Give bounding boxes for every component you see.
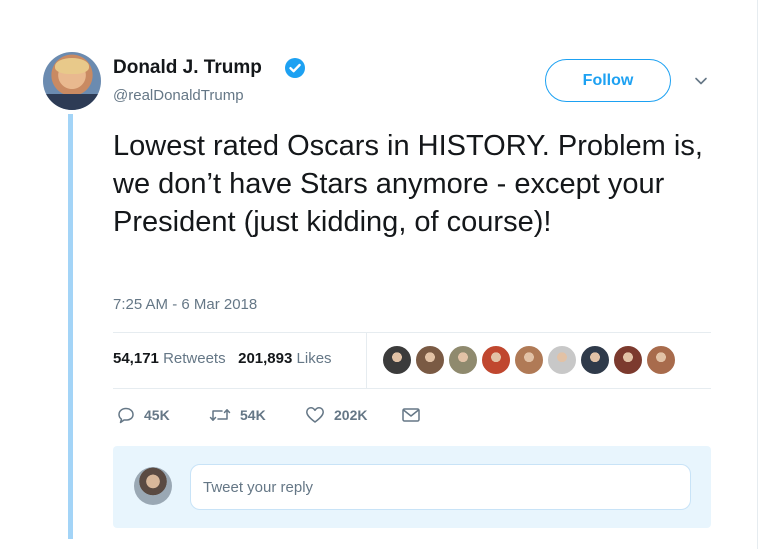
stats-top-divider [113, 332, 711, 333]
tweet-stats: 54,171 Retweets 201,893 Likes [113, 350, 332, 367]
reply-user-avatar [134, 467, 172, 505]
author-avatar[interactable] [43, 52, 101, 110]
liker-avatar[interactable] [547, 345, 577, 375]
likes-label: Likes [296, 350, 332, 367]
reply-action[interactable]: 45K [117, 404, 170, 426]
direct-message-action[interactable] [401, 404, 430, 426]
reply-icon [118, 407, 134, 424]
tweet-timestamp[interactable]: 7:25 AM - 6 Mar 2018 [113, 296, 257, 313]
chevron-down-icon[interactable] [693, 74, 709, 88]
liker-avatar[interactable] [448, 345, 478, 375]
stats-bottom-divider [113, 388, 711, 389]
page-right-border [757, 0, 758, 549]
retweet-action[interactable]: 54K [209, 404, 266, 426]
retweets-stat[interactable]: 54,171 Retweets [113, 350, 226, 367]
retweets-label: Retweets [163, 350, 226, 367]
reply-composer: Tweet your reply [113, 446, 711, 528]
liker-avatar[interactable] [481, 345, 511, 375]
follow-button[interactable]: Follow [545, 59, 671, 102]
like-action[interactable]: 202K [305, 404, 367, 426]
tweet-text: Lowest rated Oscars in HISTORY. Problem … [113, 130, 703, 238]
stats-separator [366, 333, 367, 388]
liker-avatar[interactable] [580, 345, 610, 375]
liker-avatar[interactable] [514, 345, 544, 375]
liker-avatar[interactable] [415, 345, 445, 375]
likes-stat[interactable]: 201,893 Likes [238, 350, 331, 367]
author-handle[interactable]: @realDonaldTrump [113, 87, 244, 104]
thread-line [68, 114, 73, 539]
retweet-icon [209, 409, 231, 421]
envelope-icon [402, 408, 420, 422]
like-count: 202K [334, 407, 368, 423]
verified-badge-icon [285, 58, 305, 78]
heart-icon [306, 407, 324, 423]
reply-count: 45K [144, 407, 170, 423]
author-name[interactable]: Donald J. Trump [113, 57, 262, 79]
liker-avatar[interactable] [382, 345, 412, 375]
liker-avatar[interactable] [613, 345, 643, 375]
retweet-count: 54K [240, 407, 266, 423]
liker-avatar[interactable] [646, 345, 676, 375]
retweets-count: 54,171 [113, 350, 159, 367]
likes-count: 201,893 [238, 350, 293, 367]
avatar-suit [43, 94, 101, 110]
avatar-hair [55, 58, 89, 74]
reply-input[interactable]: Tweet your reply [190, 464, 691, 510]
